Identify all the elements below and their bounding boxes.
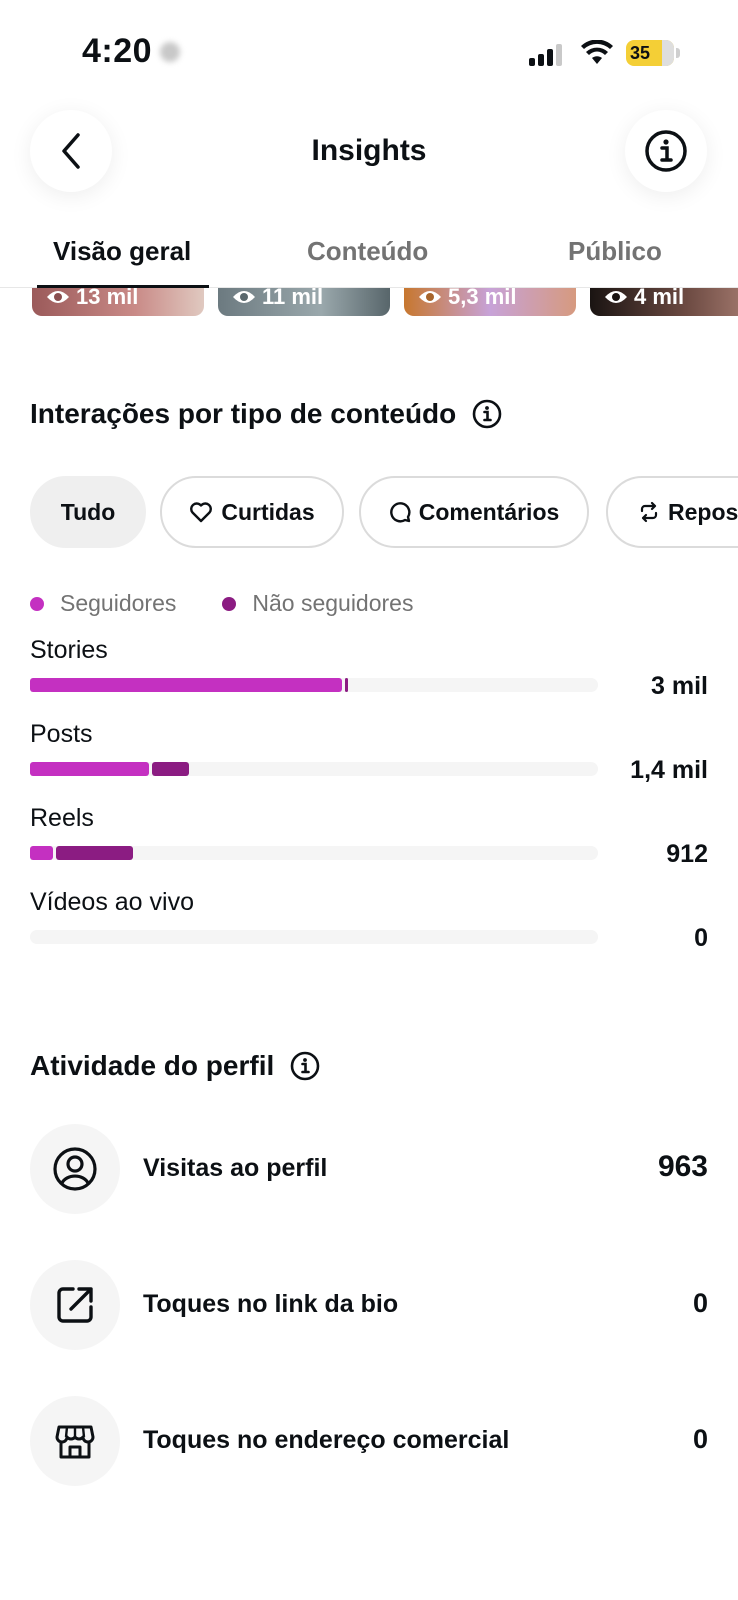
activity-row-profile-visits[interactable]: Visitas ao perfil 963: [30, 1124, 708, 1216]
activity-value: 0: [692, 1288, 708, 1318]
filter-reposts-chip[interactable]: Reposts: [606, 476, 738, 548]
legend-non-followers-dot: [222, 596, 237, 611]
content-thumbnail[interactable]: 5,3 mil: [404, 288, 576, 316]
cellular-signal-icon: [529, 42, 565, 66]
bar-row-stories: Stories 3 mil: [30, 636, 708, 712]
interactions-title-text: Interações por tipo de conteúdo: [30, 398, 457, 429]
profile-activity-title-text: Atividade do perfil: [30, 1050, 275, 1081]
comment-bubble-icon: [389, 502, 411, 523]
bar-value: 912: [666, 840, 708, 868]
content-thumbnail[interactable]: 11 mil: [218, 288, 390, 316]
activity-row-business-address-taps[interactable]: Toques no endereço comercial 0: [30, 1396, 708, 1488]
bar-segment-followers: [30, 678, 342, 692]
tab-content[interactable]: Conteúdo: [307, 236, 428, 267]
interaction-filter-chips: Tudo Curtidas Comentários Reposts: [30, 476, 738, 548]
legend-non-followers: Não seguidores: [222, 590, 413, 617]
activity-value: 0: [692, 1424, 708, 1454]
legend-followers-dot: [30, 596, 44, 611]
eye-icon: [419, 291, 441, 303]
info-icon[interactable]: [290, 1051, 320, 1081]
filter-all-chip[interactable]: Tudo: [30, 476, 146, 548]
bar-label: Stories: [30, 636, 108, 664]
filter-comments-label: Comentários: [418, 498, 560, 525]
storefront-icon: [55, 1425, 95, 1459]
activity-label: Toques no link da bio: [143, 1290, 399, 1318]
eye-icon: [233, 291, 255, 303]
content-thumbnail[interactable]: 4 mil: [590, 288, 738, 316]
filter-likes-label: Curtidas: [221, 498, 315, 525]
bar-label: Posts: [30, 720, 93, 748]
bar-track: [30, 930, 598, 944]
info-button[interactable]: [625, 110, 707, 192]
tab-overview[interactable]: Visão geral: [53, 236, 191, 267]
eye-icon: [47, 291, 69, 303]
activity-row-bio-link-taps[interactable]: Toques no link da bio 0: [30, 1260, 708, 1352]
bar-segment-followers: [30, 762, 149, 776]
bar-row-live-videos: Vídeos ao vivo 0: [30, 888, 708, 964]
info-icon: [645, 130, 687, 172]
wifi-icon: [581, 40, 613, 64]
person-circle-icon: [53, 1147, 97, 1191]
bar-segment-non-followers: [56, 846, 133, 860]
activity-label: Toques no endereço comercial: [143, 1426, 510, 1454]
filter-reposts-label: Reposts: [668, 498, 738, 525]
thumbnail-views: 5,3 mil: [448, 288, 517, 309]
profile-activity-section-title: Atividade do perfil: [30, 1050, 320, 1082]
activity-value: 963: [657, 1150, 708, 1183]
heart-icon: [190, 502, 213, 523]
filter-all-label: Tudo: [60, 498, 116, 525]
bar-value: 3 mil: [651, 672, 708, 700]
bar-segment-non-followers: [152, 762, 189, 776]
repost-icon: [640, 501, 658, 523]
thumbnail-views: 4 mil: [634, 288, 685, 309]
legend-followers: Seguidores: [30, 590, 176, 617]
thumbnail-views: 13 mil: [76, 288, 139, 309]
activity-icon-container: [30, 1260, 120, 1350]
bar-value: 1,4 mil: [630, 756, 708, 784]
activity-icon-container: [30, 1124, 120, 1214]
status-time: 4:20: [82, 32, 153, 70]
bar-label: Vídeos ao vivo: [30, 888, 194, 916]
legend-followers-label: Seguidores: [60, 590, 177, 616]
status-bar: 4:20 35: [0, 0, 738, 100]
bar-row-posts: Posts 1,4 mil: [30, 720, 708, 796]
activity-label: Visitas ao perfil: [143, 1154, 328, 1182]
chart-legend: Seguidores Não seguidores: [30, 590, 413, 617]
battery-nub: [676, 48, 680, 58]
content-thumbnail[interactable]: 13 mil: [32, 288, 204, 316]
battery-level: 35: [630, 43, 651, 63]
tab-bar: Visão geral Conteúdo Público: [0, 222, 738, 288]
location-icon: [160, 42, 180, 62]
header: Insights: [0, 100, 738, 200]
tab-audience[interactable]: Público: [568, 236, 662, 267]
bar-row-reels: Reels 912: [30, 804, 708, 880]
content-thumbnails: 13 mil 11 mil 5,3 mil 4 mil: [0, 288, 738, 328]
bar-value: 0: [694, 924, 708, 952]
thumbnail-views: 11 mil: [262, 288, 324, 309]
bar-track: [30, 846, 598, 860]
filter-likes-chip[interactable]: Curtidas: [160, 476, 344, 548]
eye-icon: [605, 291, 627, 303]
bar-label: Reels: [30, 804, 94, 832]
external-link-icon: [57, 1287, 93, 1323]
bar-segment-non-followers: [345, 678, 348, 692]
battery-indicator: 35: [626, 40, 674, 66]
filter-comments-chip[interactable]: Comentários: [359, 476, 589, 548]
activity-icon-container: [30, 1396, 120, 1486]
bar-track: [30, 678, 598, 692]
legend-non-followers-label: Não seguidores: [252, 590, 414, 616]
interactions-section-title: Interações por tipo de conteúdo: [30, 398, 502, 430]
bar-segment-followers: [30, 846, 53, 860]
info-icon[interactable]: [472, 399, 502, 429]
bar-track: [30, 762, 598, 776]
